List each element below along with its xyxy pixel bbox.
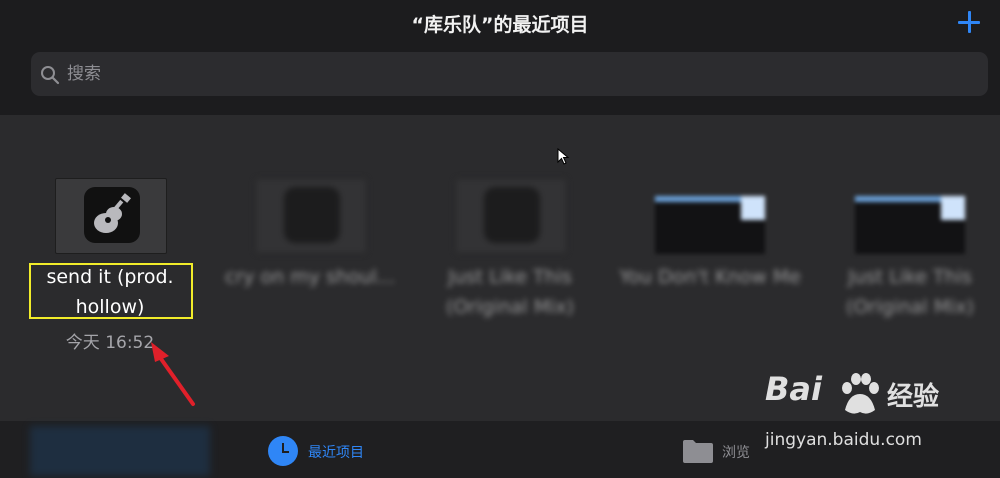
project-name: You Don't Know Me [619,266,801,288]
annotation-arrow-icon [151,342,195,406]
mouse-pointer-icon [557,148,570,165]
search-icon [41,66,60,85]
clock-icon [268,436,298,466]
folder-icon [683,440,713,463]
top-bar: “库乐队”的最近项目 [0,0,1000,115]
watermark-logo: Bai [765,370,822,408]
project-name: Just Like This (Original Mix) [845,266,975,318]
tab-recent-label: 最近项目 [308,445,364,461]
add-project-button[interactable] [954,6,984,38]
project-thumbnail[interactable] [455,178,567,254]
baidu-watermark: Bai 经验 jingyan.baidu.com [765,370,985,460]
project-thumbnail[interactable] [55,178,167,254]
blurred-thumbnail [30,426,210,476]
watermark-cn: 经验 [887,382,940,412]
name-highlight-box [29,263,193,319]
guitar-icon [84,187,140,243]
guitar-icon [284,187,340,243]
tab-browse-label: 浏览 [722,445,750,461]
document-icon[interactable] [655,196,765,254]
page-title: “库乐队”的最近项目 [411,14,589,36]
guitar-icon [484,187,540,243]
paw-icon [842,373,879,414]
project-thumbnail[interactable] [255,178,367,254]
document-icon[interactable] [855,196,965,254]
search-input[interactable] [67,52,967,96]
search-bar[interactable] [31,52,988,96]
project-name: cry on my shoul... [224,266,396,288]
watermark-url: jingyan.baidu.com [765,430,922,450]
project-name: Just Like This (Original Mix) [445,266,575,318]
